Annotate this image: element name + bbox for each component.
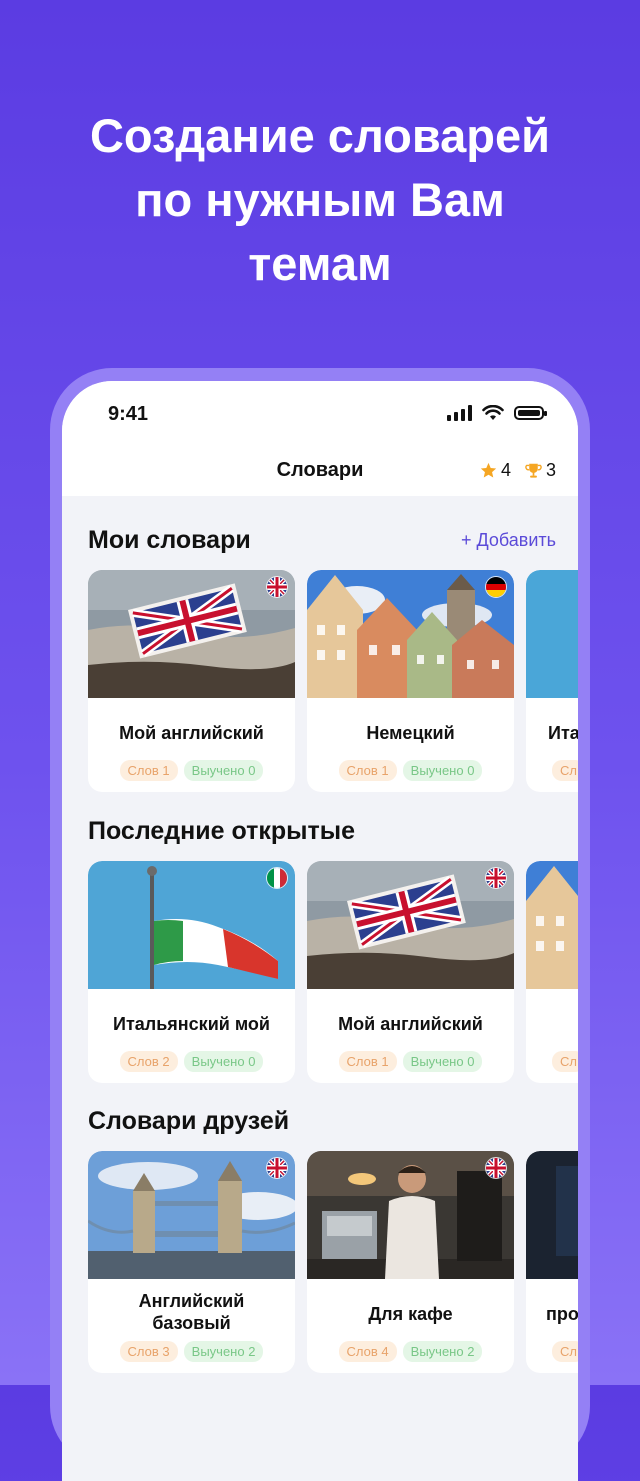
top-bar: 9:41 Словари 4 3 [62, 381, 578, 496]
stars-count: 4 [500, 460, 511, 480]
recent-header: Последние открытые [88, 817, 556, 846]
learned-badge: Выучено 0 [402, 760, 483, 781]
dictionary-card[interactable]: про Сл [526, 1151, 578, 1373]
card-image-tower-bridge [88, 1151, 295, 1279]
card-badges: Слов 4 Выучено 2 [307, 1341, 514, 1362]
friends-row: Английский базовый Слов 3 Выучено 2 Для … [88, 1151, 578, 1373]
trophies-count: 3 [545, 460, 556, 480]
dictionary-card[interactable]: Для кафе Слов 4 Выучено 2 [307, 1151, 514, 1373]
card-title: Для кафе [368, 1304, 453, 1324]
friends-header: Словари друзей [88, 1107, 556, 1136]
card-image-barista [307, 1151, 514, 1279]
card-title: Итальянский мой [113, 1014, 270, 1034]
card-image-dark [526, 1151, 578, 1279]
card-title: Мой английский [119, 723, 264, 743]
headline-line-3: темам [248, 237, 392, 290]
card-image-london [307, 861, 514, 989]
words-badge: Слов 1 [338, 760, 397, 781]
headline-line-1: Создание словарей [89, 109, 551, 162]
dictionary-card[interactable]: Сл [526, 861, 578, 1083]
stars-stat[interactable]: 4 [480, 460, 511, 481]
card-badges: Слов 3 Выучено 2 [88, 1341, 295, 1362]
dictionary-card[interactable]: Итальянский мой Слов 2 Выучено 0 [88, 861, 295, 1083]
app-screen: 9:41 Словари 4 3 Мои словари + Добавить … [62, 381, 578, 1481]
card-title: Английский базовый [138, 1291, 245, 1333]
words-badge: Слов 1 [338, 1051, 397, 1072]
learned-badge: Выучено 0 [183, 1051, 264, 1072]
words-badge: Слов 3 [119, 1341, 178, 1362]
card-badges: Сл [552, 1051, 578, 1072]
dictionary-card[interactable]: Английский базовый Слов 3 Выучено 2 [88, 1151, 295, 1373]
dictionary-card[interactable]: Мой английский Слов 1 Выучено 0 [307, 861, 514, 1083]
star-icon [480, 462, 497, 478]
words-badge: Сл [552, 1341, 578, 1362]
words-badge: Слов 4 [338, 1341, 397, 1362]
recent-row: Итальянский мой Слов 2 Выучено 0 Мой анг… [88, 861, 578, 1083]
words-badge: Сл [552, 760, 578, 781]
card-title: Ита [548, 723, 578, 743]
card-image-german-houses [307, 570, 514, 698]
card-badges: Слов 1 Выучено 0 [307, 760, 514, 781]
learned-badge: Выучено 2 [183, 1341, 264, 1362]
status-icons [447, 405, 547, 421]
user-stats[interactable]: 4 3 [480, 460, 556, 481]
card-image-london [88, 570, 295, 698]
section-title-my: Мои словари [88, 526, 251, 554]
my-dictionaries-header: Мои словари + Добавить [88, 526, 556, 555]
signal-icon [447, 405, 472, 421]
uk-flag-icon [485, 1157, 507, 1179]
card-image-italian-flag [88, 861, 295, 989]
card-image-german-houses [526, 861, 578, 989]
card-badges: Сл [552, 760, 578, 781]
card-badges: Сл [552, 1341, 578, 1362]
card-badges: Слов 1 Выучено 0 [307, 1051, 514, 1072]
card-title: Немецкий [366, 723, 455, 743]
learned-badge: Выучено 2 [402, 1341, 483, 1362]
battery-icon [514, 406, 547, 420]
trophies-stat[interactable]: 3 [525, 460, 556, 481]
promo-headline: Создание словарей по нужным Вам темам [0, 104, 640, 296]
italy-flag-icon [266, 867, 288, 889]
words-badge: Сл [552, 1051, 578, 1072]
card-badges: Слов 1 Выучено 0 [88, 760, 295, 781]
uk-flag-icon [266, 1157, 288, 1179]
germany-flag-icon [485, 576, 507, 598]
learned-badge: Выучено 0 [183, 760, 264, 781]
status-time: 9:41 [108, 403, 149, 425]
section-title-friends: Словари друзей [88, 1107, 290, 1135]
trophy-icon [525, 463, 542, 478]
headline-line-2: по нужным Вам [135, 173, 505, 226]
card-badges: Слов 2 Выучено 0 [88, 1051, 295, 1072]
card-title: про [546, 1304, 578, 1324]
dictionary-card[interactable]: Мой английский Слов 1 Выучено 0 [88, 570, 295, 792]
add-dictionary-button[interactable]: + Добавить [461, 530, 556, 551]
dictionary-card[interactable]: Немецкий Слов 1 Выучено 0 [307, 570, 514, 792]
words-badge: Слов 2 [119, 1051, 178, 1072]
my-dictionaries-row: Мой английский Слов 1 Выучено 0 Немецкий… [88, 570, 578, 792]
card-image-blue [526, 570, 578, 698]
wifi-icon [482, 405, 504, 420]
learned-badge: Выучено 0 [402, 1051, 483, 1072]
section-title-recent: Последние открытые [88, 817, 355, 845]
uk-flag-icon [485, 867, 507, 889]
card-title: Мой английский [338, 1014, 483, 1034]
uk-flag-icon [266, 576, 288, 598]
dictionary-card[interactable]: Ита Сл [526, 570, 578, 792]
words-badge: Слов 1 [119, 760, 178, 781]
